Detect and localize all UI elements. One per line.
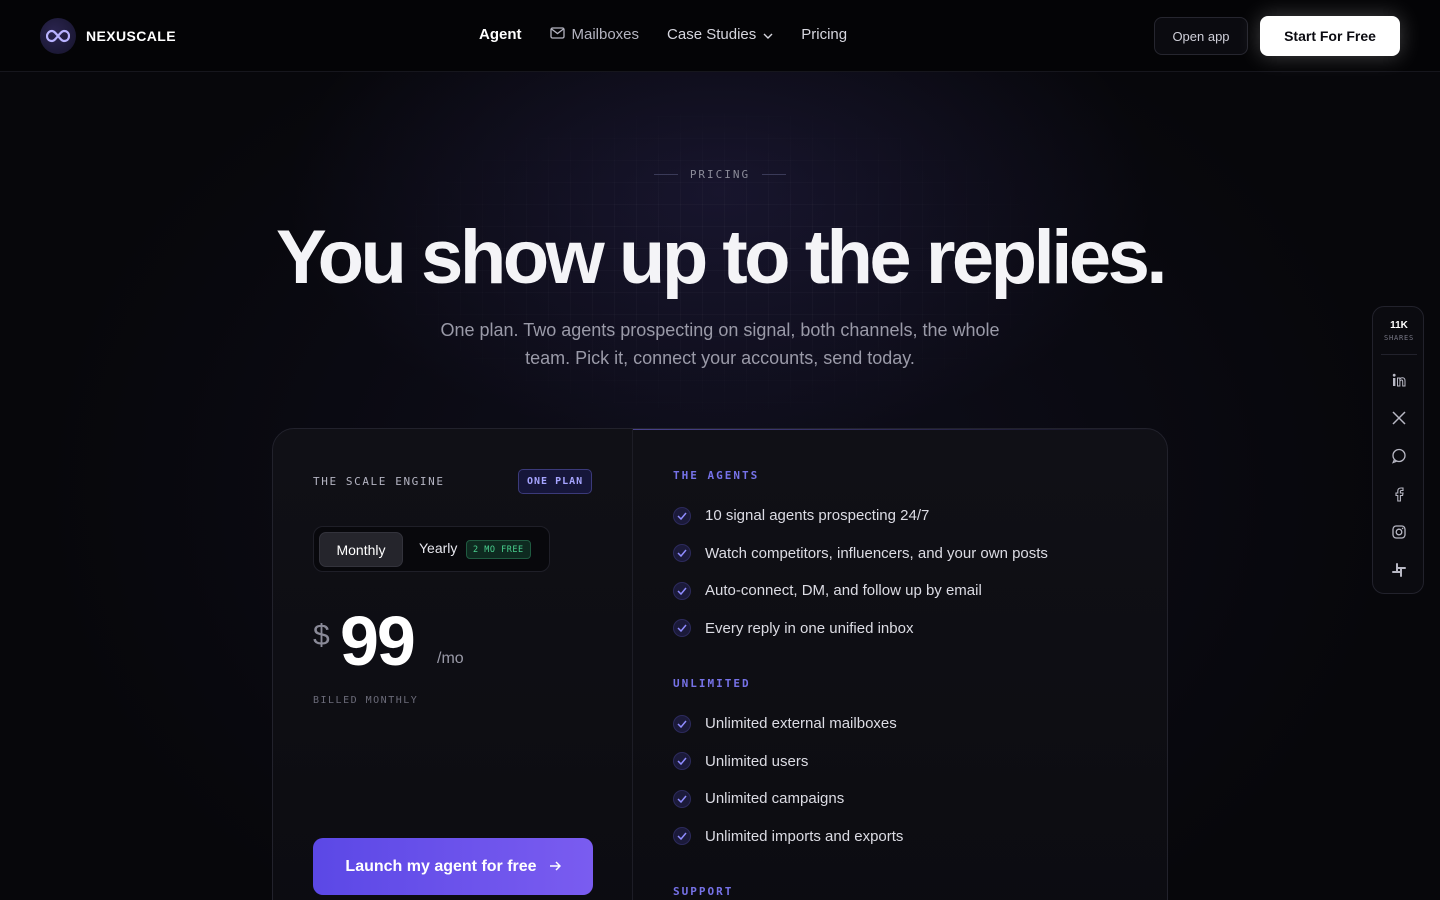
chevron-down-icon — [763, 26, 773, 43]
feature-label: Watch competitors, influencers, and your… — [705, 544, 1048, 562]
plan-panel: THE SCALE ENGINE ONE PLAN Monthly Yearly… — [273, 429, 633, 900]
feature-label: Unlimited imports and exports — [705, 827, 904, 845]
eyebrow-label: PRICING — [689, 168, 751, 181]
x-icon[interactable] — [1389, 408, 1409, 428]
nav-agent[interactable]: Agent — [479, 26, 522, 43]
billing-note: BILLED MONTHLY — [313, 695, 419, 706]
feature-label: 10 signal agents prospecting 24/7 — [705, 507, 930, 525]
brand-logo[interactable]: NEXUSCALE — [40, 18, 176, 54]
nav-case-studies-label: Case Studies — [667, 26, 757, 43]
agent-feature-item: 10 signal agents prospecting 24/7 — [673, 497, 1133, 535]
plan-name: THE SCALE ENGINE — [313, 475, 445, 488]
agent-feature-item: Every reply in one unified inbox — [673, 610, 1133, 648]
unlimited-feature-item: Unlimited campaigns — [673, 780, 1133, 818]
price-period: /mo — [437, 650, 464, 667]
nav-pricing-label: Pricing — [801, 26, 848, 43]
page-title: You show up to the replies. — [276, 215, 1167, 300]
check-icon — [673, 581, 691, 600]
share-count: 11K — [1390, 320, 1408, 331]
page-subtitle: One plan. Two agents prospecting on sign… — [440, 320, 1000, 368]
price-amount: 99 — [340, 602, 416, 680]
eyebrow-left-line — [653, 174, 678, 175]
nav-mailboxes[interactable]: Mailboxes — [549, 26, 640, 43]
feature-label: Auto-connect, DM, and follow up by email — [705, 582, 982, 600]
agent-feature-item: Auto-connect, DM, and follow up by email — [673, 572, 1133, 610]
check-icon — [673, 619, 691, 638]
unlimited-section-title: UNLIMITED — [673, 677, 751, 690]
launch-agent-button[interactable]: Launch my agent for free — [313, 838, 593, 895]
brand-name: NEXUSCALE — [86, 28, 176, 44]
feature-label: Every reply in one unified inbox — [705, 619, 914, 637]
toggle-yearly[interactable]: Yearly — [419, 540, 457, 556]
infinity-logo-icon — [40, 18, 76, 54]
support-section-title: SUPPORT — [673, 885, 734, 898]
card-accent-line — [633, 429, 1167, 430]
yearly-discount-badge: 2 MO FREE — [466, 540, 531, 559]
plan-badge: ONE PLAN — [518, 469, 593, 494]
unlimited-feature-item: Unlimited users — [673, 743, 1133, 781]
arrow-right-icon — [549, 858, 561, 876]
check-icon — [673, 789, 691, 808]
feature-label: Unlimited users — [705, 752, 809, 770]
slack-icon[interactable] — [1389, 560, 1409, 580]
eyebrow-right-line — [762, 174, 787, 175]
agents-feature-list: 10 signal agents prospecting 24/7 Watch c… — [673, 497, 1133, 647]
feature-label: Unlimited external mailboxes — [705, 715, 897, 733]
main-nav: Agent Mailboxes Case Studies Pricing — [479, 26, 847, 43]
pricing-eyebrow: PRICING — [0, 168, 1440, 181]
whatsapp-icon[interactable] — [1389, 446, 1409, 466]
feature-label: Unlimited campaigns — [705, 790, 845, 808]
agents-section-title: THE AGENTS — [673, 469, 760, 482]
billing-toggle: Monthly Yearly 2 MO FREE — [313, 526, 550, 572]
nav-agent-label: Agent — [479, 26, 522, 43]
linkedin-icon[interactable] — [1389, 370, 1409, 390]
mail-icon — [549, 26, 565, 43]
unlimited-feature-item: Unlimited external mailboxes — [673, 705, 1133, 743]
nav-pricing[interactable]: Pricing — [801, 26, 847, 43]
open-app-button[interactable]: Open app — [1154, 17, 1248, 55]
unlimited-feature-list: Unlimited external mailboxes Unlimited us… — [673, 705, 1133, 855]
pricing-card: THE SCALE ENGINE ONE PLAN Monthly Yearly… — [272, 428, 1168, 900]
check-icon — [673, 506, 691, 525]
launch-agent-label: Launch my agent for free — [345, 857, 537, 875]
agent-feature-item: Watch competitors, influencers, and your… — [673, 535, 1133, 573]
share-rail: 11K SHARES — [1372, 306, 1424, 594]
facebook-icon[interactable] — [1389, 484, 1409, 504]
share-divider — [1381, 354, 1417, 355]
check-icon — [673, 544, 691, 563]
toggle-monthly[interactable]: Monthly — [319, 532, 403, 567]
share-label: SHARES — [1383, 334, 1415, 342]
check-icon — [673, 714, 691, 733]
feature-panel: THE AGENTS 10 signal agents prospecting … — [673, 469, 1133, 900]
unlimited-feature-item: Unlimited imports and exports — [673, 818, 1133, 856]
site-header: NEXUSCALE Agent Mailboxes Case Studies P… — [0, 0, 1440, 72]
nav-mailboxes-label: Mailboxes — [571, 26, 640, 43]
check-icon — [673, 827, 691, 846]
price-currency: $ — [313, 619, 330, 652]
instagram-icon[interactable] — [1389, 522, 1409, 542]
nav-case-studies[interactable]: Case Studies — [667, 26, 773, 43]
start-free-button[interactable]: Start For Free — [1260, 16, 1400, 56]
check-icon — [673, 752, 691, 771]
